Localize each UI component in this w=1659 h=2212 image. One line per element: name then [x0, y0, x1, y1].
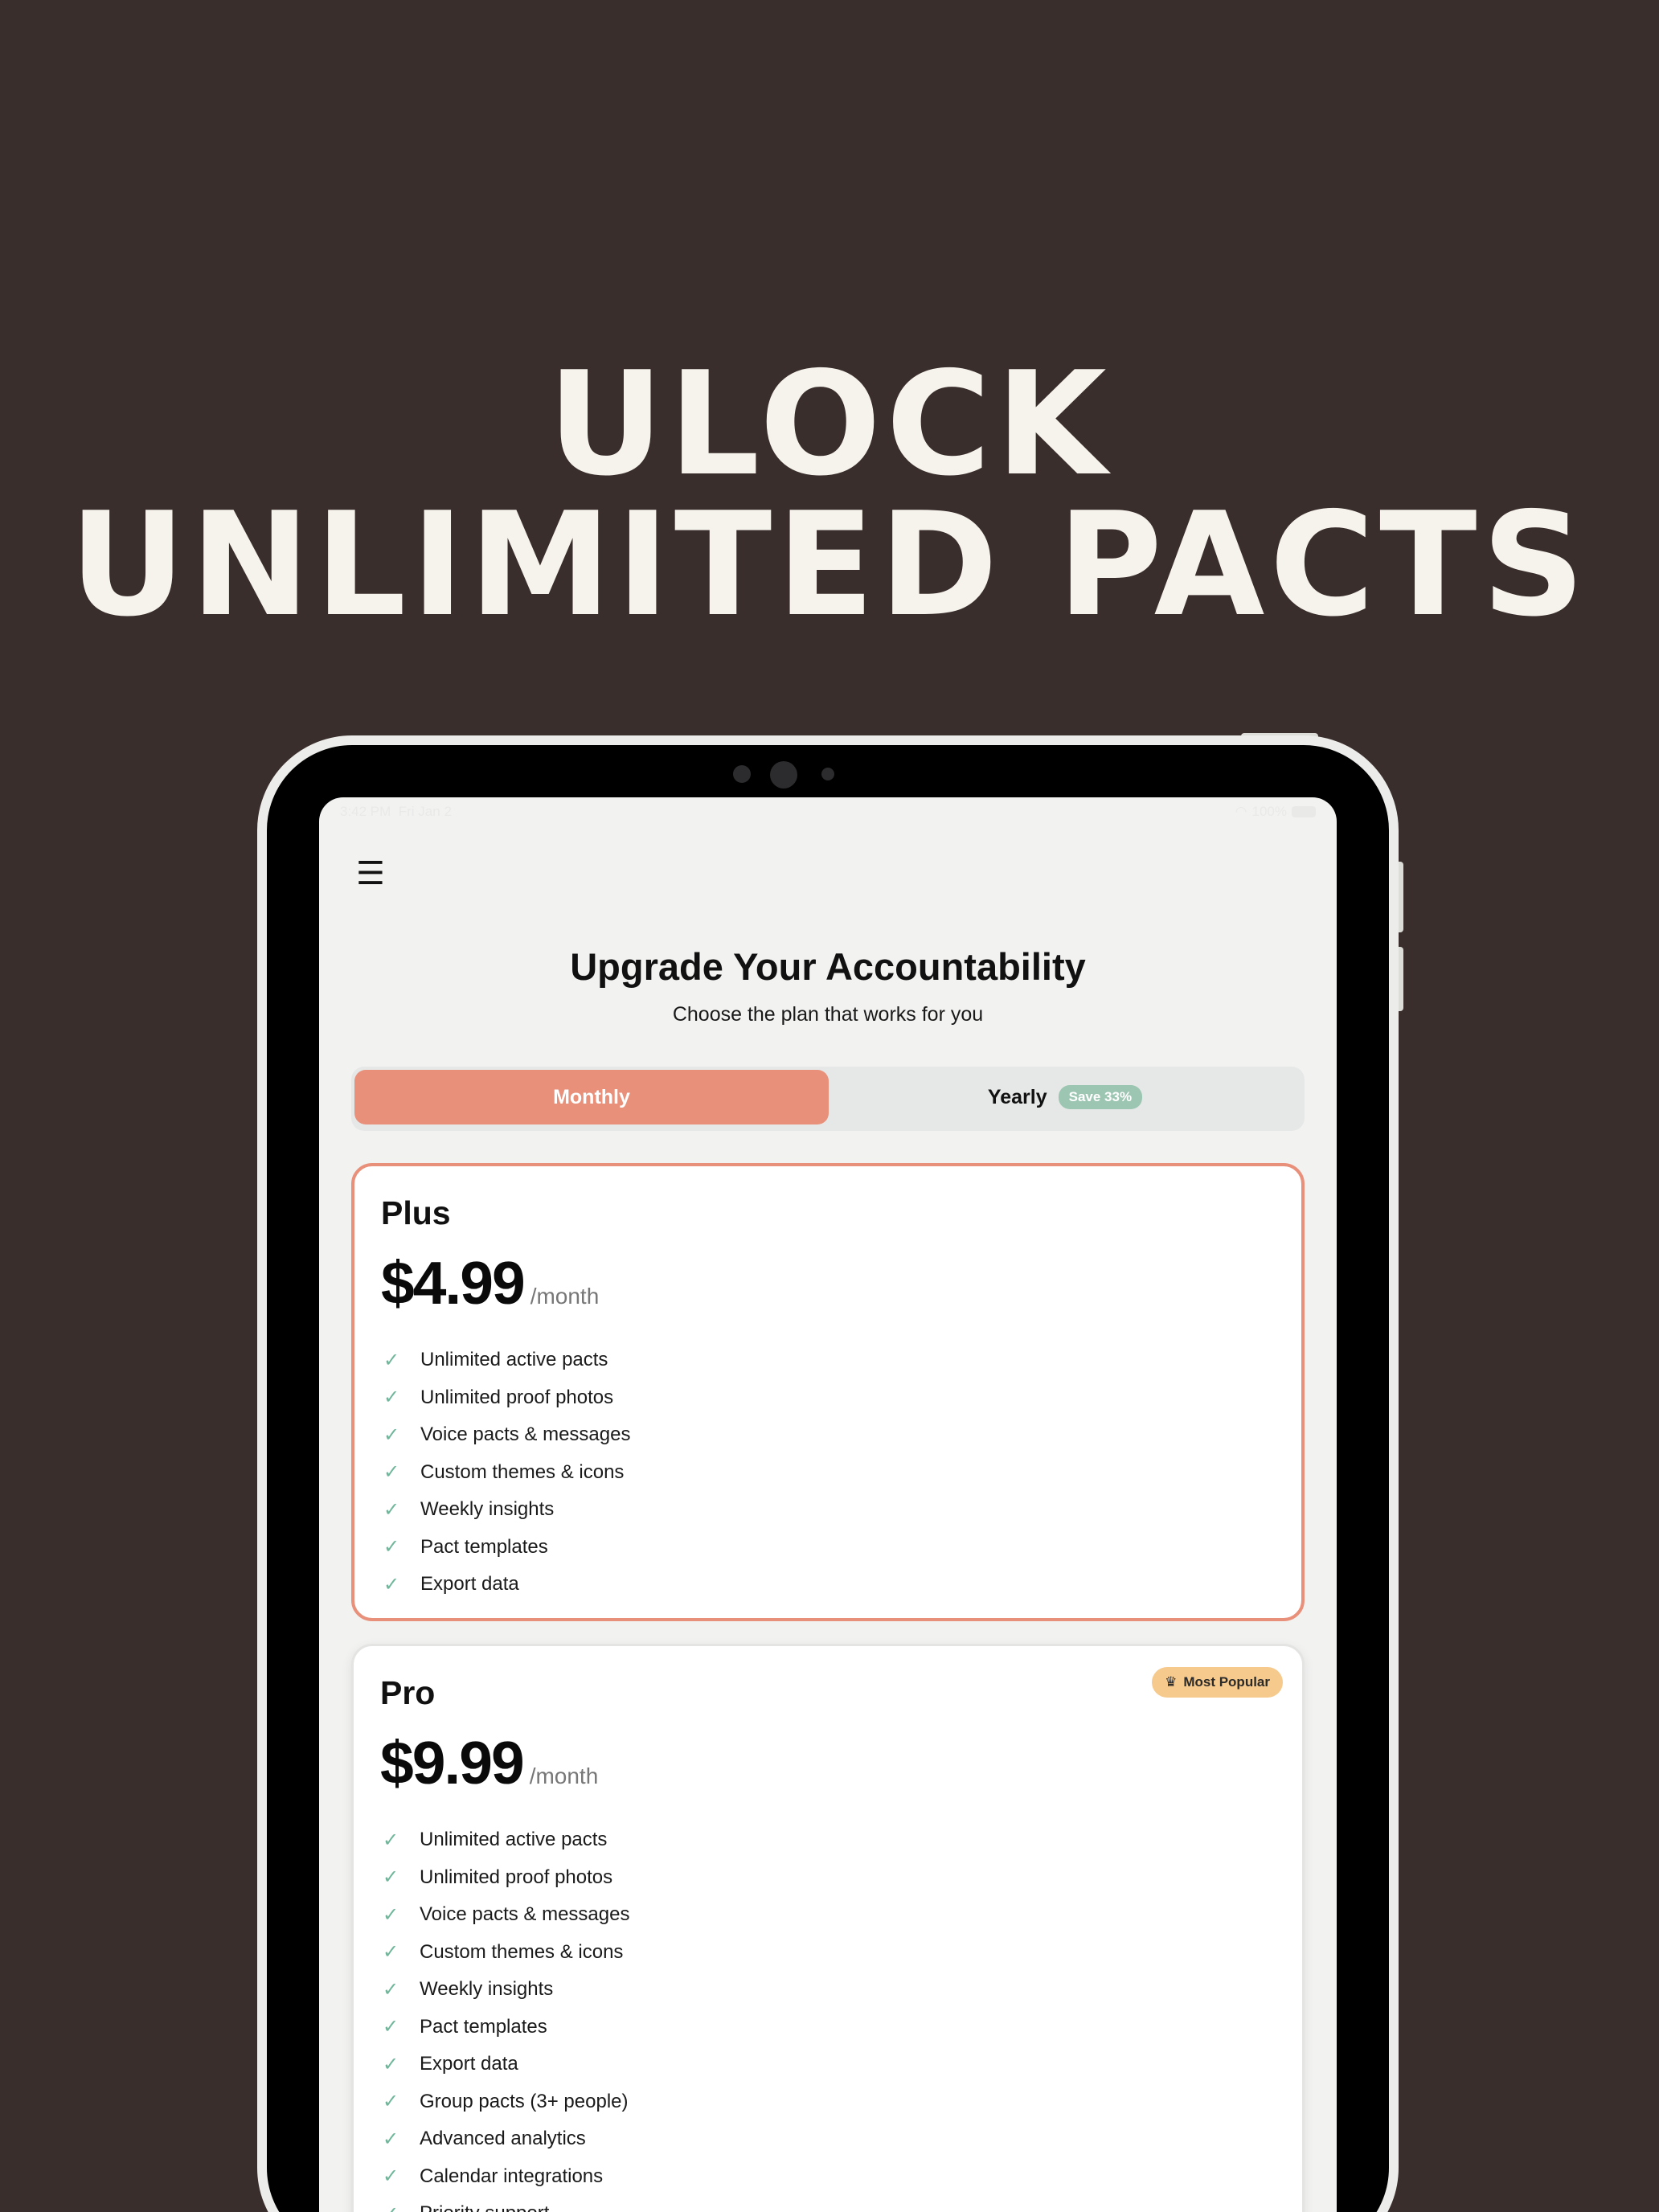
checkmark-icon: ✓ — [383, 1903, 399, 1926]
checkmark-icon: ✓ — [383, 1941, 399, 1964]
feature-label: Custom themes & icons — [420, 1460, 625, 1483]
feature-label: Unlimited active pacts — [420, 1829, 608, 1851]
checkmark-icon: ✓ — [383, 1573, 400, 1596]
plan-price: $9.99 /month — [380, 1728, 598, 1797]
headline-line-2: UNLIMITED PACTS — [69, 481, 1590, 648]
battery-percent: 100% — [1251, 804, 1287, 819]
checkmark-icon: ✓ — [383, 1978, 399, 2001]
feature-label: Weekly insights — [420, 1978, 554, 2001]
crown-icon: ♛ — [1165, 1674, 1178, 1690]
feature-label: Voice pacts & messages — [420, 1903, 630, 1926]
app-screen: 3:42 PM Fri Jan 2 ◠ 100% ☰ Upgrade Your … — [319, 797, 1337, 2212]
checkmark-icon: ✓ — [383, 1536, 400, 1559]
feature-label: Voice pacts & messages — [420, 1423, 631, 1446]
most-popular-label: Most Popular — [1183, 1674, 1270, 1690]
feature-label: Custom themes & icons — [420, 1940, 624, 1963]
checkmark-icon: ✓ — [383, 1829, 399, 1851]
feature-item: ✓ Group pacts (3+ people) — [383, 2083, 629, 2121]
hamburger-icon[interactable]: ☰ — [356, 858, 385, 890]
status-date: Fri Jan 2 — [398, 804, 452, 819]
feature-label: Unlimited active pacts — [420, 1349, 608, 1371]
feature-item: ✓ Unlimited proof photos — [383, 1859, 629, 1897]
price-amount: $4.99 — [381, 1249, 526, 1317]
feature-label: Weekly insights — [420, 1498, 555, 1521]
checkmark-icon: ✓ — [383, 1866, 399, 1889]
feature-item: ✓ Weekly insights — [383, 1971, 629, 2009]
marketing-headline: ULOCK UNLIMITED PACTS — [0, 341, 1659, 648]
feature-item: ✓ Weekly insights — [383, 1491, 630, 1529]
checkmark-icon: ✓ — [383, 1349, 400, 1371]
feature-item: ✓ Unlimited proof photos — [383, 1379, 630, 1417]
most-popular-badge: ♛ Most Popular — [1152, 1667, 1283, 1698]
feature-item: ✓ Calendar integrations — [383, 2158, 629, 2196]
camera-sensor-icon — [733, 765, 751, 783]
feature-label: Pact templates — [420, 1535, 548, 1558]
checkmark-icon: ✓ — [383, 1498, 400, 1521]
feature-item: ✓ Custom themes & icons — [383, 1454, 630, 1492]
feature-label: Advanced analytics — [420, 2128, 586, 2150]
plan-card-plus[interactable]: Plus $4.99 /month ✓ Unlimited active pact… — [351, 1163, 1305, 1621]
feature-list: ✓ Unlimited active pacts ✓ Unlimited proof… — [383, 1821, 629, 2212]
feature-item: ✓ Export data — [383, 1566, 630, 1604]
page-subtitle: Choose the plan that works for you — [672, 1003, 984, 1026]
plan-card-pro[interactable]: ♛ Most Popular Pro $9.99 /month ✓ Unlimit… — [351, 1644, 1305, 2212]
plan-price: $4.99 /month — [381, 1248, 599, 1317]
status-time: 3:42 PM — [340, 804, 391, 819]
price-amount: $9.99 — [380, 1729, 525, 1796]
feature-label: Export data — [420, 1573, 519, 1596]
status-bar: 3:42 PM Fri Jan 2 ◠ 100% — [340, 804, 1316, 821]
feature-item: ✓ Voice pacts & messages — [383, 1416, 630, 1454]
checkmark-icon: ✓ — [383, 2128, 399, 2150]
status-time-date: 3:42 PM Fri Jan 2 — [340, 804, 452, 820]
page-title: Upgrade Your Accountability — [570, 945, 1086, 988]
feature-label: Group pacts (3+ people) — [420, 2090, 629, 2112]
battery-icon — [1292, 806, 1316, 817]
status-indicators: ◠ 100% — [1235, 804, 1316, 820]
feature-label: Export data — [420, 2053, 518, 2075]
yearly-tab-label: Yearly — [987, 1085, 1047, 1108]
feature-item: ✓ Unlimited active pacts — [383, 1342, 630, 1379]
save-badge: Save 33% — [1058, 1085, 1143, 1109]
yearly-tab[interactable]: Yearly Save 33% — [829, 1070, 1301, 1124]
checkmark-icon: ✓ — [383, 2053, 399, 2075]
checkmark-icon: ✓ — [383, 1423, 400, 1446]
feature-list: ✓ Unlimited active pacts ✓ Unlimited proof… — [383, 1342, 630, 1604]
feature-item: ✓ Unlimited active pacts — [383, 1821, 629, 1859]
price-period: /month — [529, 1763, 599, 1788]
feature-item: ✓ Export data — [383, 2046, 629, 2083]
billing-period-toggle: Monthly Yearly Save 33% — [351, 1067, 1305, 1131]
feature-item: ✓ Voice pacts & messages — [383, 1896, 629, 1934]
monthly-tab-label: Monthly — [553, 1085, 630, 1108]
headline-line-1: ULOCK — [547, 341, 1112, 507]
checkmark-icon: ✓ — [383, 1461, 400, 1484]
checkmark-icon: ✓ — [383, 2165, 399, 2188]
wifi-icon: ◠ — [1235, 804, 1247, 819]
feature-label: Pact templates — [420, 2015, 547, 2038]
feature-item: ✓ Pact templates — [383, 2009, 629, 2046]
checkmark-icon: ✓ — [383, 2091, 399, 2113]
price-period: /month — [530, 1284, 600, 1309]
plan-name: Plus — [381, 1194, 451, 1231]
feature-item: ✓ Custom themes & icons — [383, 1934, 629, 1972]
feature-item: ✓Priority support — [383, 2195, 629, 2212]
checkmark-icon: ✓ — [383, 2202, 420, 2212]
camera-flash-icon — [821, 768, 834, 780]
feature-label: Unlimited proof photos — [420, 1386, 614, 1408]
monthly-tab[interactable]: Monthly — [354, 1070, 829, 1124]
feature-item: ✓ Advanced analytics — [383, 2120, 629, 2158]
checkmark-icon: ✓ — [383, 1387, 400, 1409]
plan-name: Pro — [380, 1674, 436, 1711]
feature-label: Priority support — [420, 2202, 549, 2212]
camera-lens-icon — [770, 761, 797, 789]
feature-label: Calendar integrations — [420, 2165, 604, 2187]
checkmark-icon: ✓ — [383, 2016, 399, 2038]
feature-item: ✓ Pact templates — [383, 1529, 630, 1567]
feature-label: Unlimited proof photos — [420, 1866, 613, 1888]
